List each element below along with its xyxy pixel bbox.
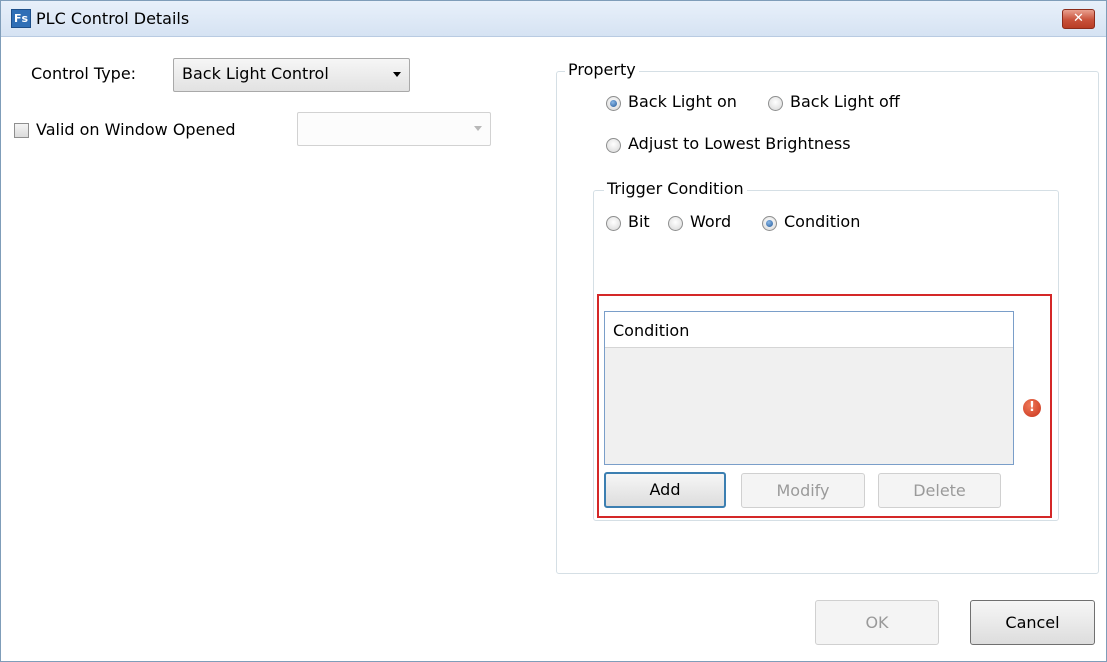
title-bar: Fs PLC Control Details ✕	[1, 1, 1106, 37]
trigger-condition-title: Trigger Condition	[604, 179, 747, 198]
delete-button[interactable]: Delete	[878, 473, 1001, 508]
radio-bit[interactable]	[606, 216, 621, 231]
valid-on-window-label: Valid on Window Opened	[36, 120, 236, 139]
radio-back-light-on[interactable]	[606, 96, 621, 111]
control-type-value: Back Light Control	[182, 64, 329, 83]
adjust-lowest-brightness-label: Adjust to Lowest Brightness	[628, 134, 851, 153]
chevron-down-icon	[393, 72, 401, 77]
control-type-select[interactable]: Back Light Control	[173, 58, 410, 92]
radio-word[interactable]	[668, 216, 683, 231]
error-icon: !	[1023, 399, 1041, 417]
condition-label: Condition	[784, 212, 861, 231]
word-label: Word	[690, 212, 732, 231]
dialog-window: Fs PLC Control Details ✕ Control Type: B…	[0, 0, 1107, 662]
app-logo-icon: Fs	[11, 9, 31, 28]
radio-back-light-off[interactable]	[768, 96, 783, 111]
bit-label: Bit	[628, 212, 650, 231]
property-group-title: Property	[565, 60, 639, 79]
control-type-label: Control Type:	[31, 64, 137, 83]
close-button[interactable]: ✕	[1062, 9, 1095, 29]
back-light-on-label: Back Light on	[628, 92, 737, 111]
valid-on-window-checkbox[interactable]	[14, 123, 29, 138]
condition-list-header[interactable]: Condition	[605, 312, 1013, 348]
chevron-down-icon	[474, 126, 482, 131]
valid-on-window-select[interactable]	[297, 112, 491, 146]
condition-column-header: Condition	[613, 321, 690, 340]
radio-condition[interactable]	[762, 216, 777, 231]
cancel-button[interactable]: Cancel	[970, 600, 1095, 645]
radio-adjust-lowest-brightness[interactable]	[606, 138, 621, 153]
add-button[interactable]: Add	[604, 472, 726, 508]
condition-list[interactable]: Condition	[604, 311, 1014, 465]
modify-button[interactable]: Modify	[741, 473, 865, 508]
ok-button[interactable]: OK	[815, 600, 939, 645]
window-title: PLC Control Details	[36, 9, 190, 28]
back-light-off-label: Back Light off	[790, 92, 900, 111]
